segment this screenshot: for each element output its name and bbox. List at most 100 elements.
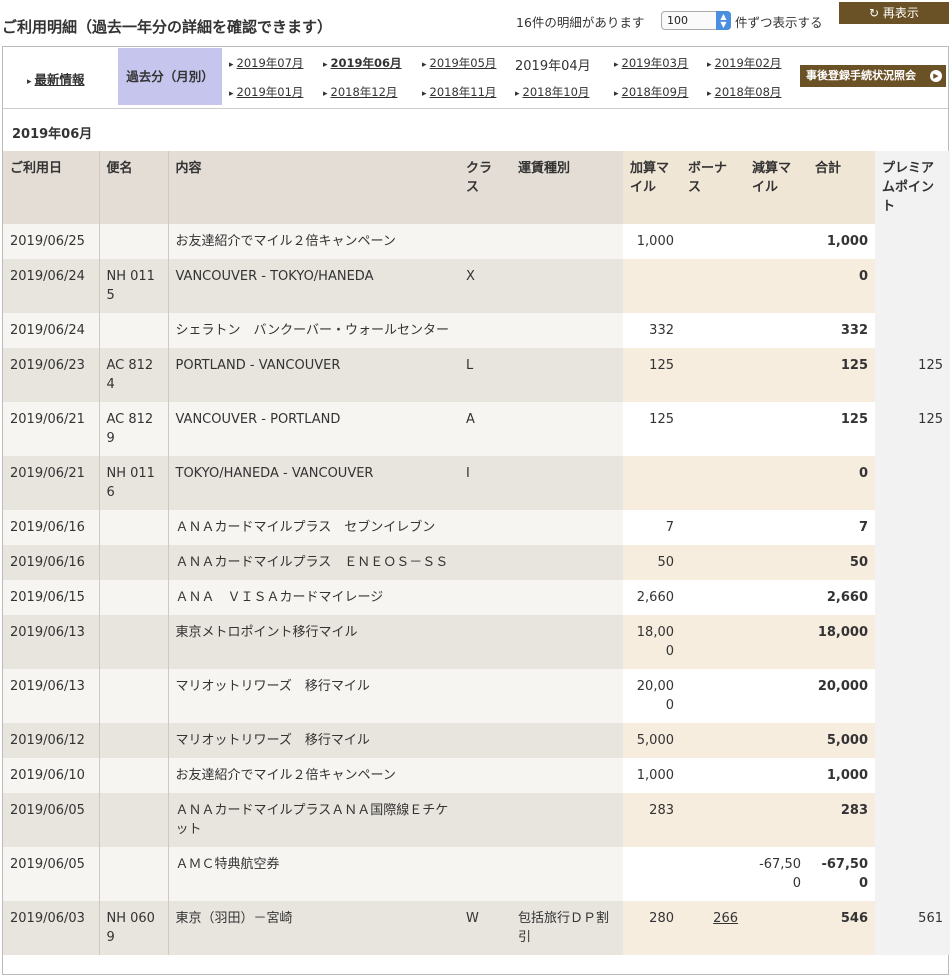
cell-added-miles: 7 <box>623 510 681 545</box>
tab-past-monthly[interactable]: 過去分（月別） <box>118 48 222 105</box>
month-link[interactable]: 2019年02月 <box>707 55 782 71</box>
cell-premium-points <box>875 259 950 313</box>
cell-added-miles: 1,000 <box>623 224 681 259</box>
cell-class <box>459 313 511 348</box>
cell-fare-type <box>511 580 623 615</box>
table-row: 2019/06/23 AC 8124 PORTLAND - VANCOUVER L 12… <box>3 348 950 402</box>
cell-deducted-miles <box>745 313 808 348</box>
redisplay-label: 再表示 <box>882 6 919 20</box>
cell-bonus <box>681 224 745 259</box>
cell-total: 5,000 <box>808 723 875 758</box>
per-page-select[interactable]: 100 ▲ ▼ <box>661 11 731 30</box>
cell-content: ＡＮＡカードマイルプラスＡＮＡ国際線Ｅチケット <box>168 793 459 847</box>
cell-bonus[interactable]: 266 <box>681 901 745 955</box>
cell-deducted-miles <box>745 224 808 259</box>
table-row: 2019/06/13 マリオットリワーズ 移行マイル 20,000 20,000 <box>3 669 950 723</box>
cell-date: 2019/06/10 <box>3 758 99 793</box>
redisplay-button[interactable]: ↻ 再表示 <box>839 2 949 24</box>
cell-class: I <box>459 456 511 510</box>
cell-content: VANCOUVER - PORTLAND <box>168 402 459 456</box>
month-link[interactable]: 2018年12月 <box>323 84 398 100</box>
cell-flight: NH 0116 <box>98 456 169 510</box>
month-link[interactable]: 2019年03月 <box>614 55 689 71</box>
cell-deducted-miles <box>745 510 808 545</box>
cell-class <box>459 615 511 669</box>
cell-deducted-miles <box>745 901 808 955</box>
cell-flight: NH 0115 <box>98 259 169 313</box>
cell-fare-type <box>511 510 623 545</box>
cell-bonus <box>681 259 745 313</box>
cell-content: 東京（羽田）－宮崎 <box>168 901 459 955</box>
cell-bonus <box>681 348 745 402</box>
cell-content: ＡＮＡ ＶＩＳＡカードマイレージ <box>168 580 459 615</box>
refresh-icon: ↻ <box>869 6 883 20</box>
cell-premium-points <box>875 615 950 669</box>
cell-flight: NH 0609 <box>98 901 169 955</box>
table-row: 2019/06/03 NH 0609 東京（羽田）－宮崎 W 包括旅行ＤＰ割引 280 26… <box>3 901 950 955</box>
cell-deducted-miles <box>745 456 808 510</box>
month-link[interactable]: 2019年07月 <box>229 55 304 71</box>
cell-premium-points <box>875 793 950 847</box>
page-title: ご利用明細（過去一年分の詳細を確認できます） <box>2 18 333 36</box>
cell-fare-type <box>511 456 623 510</box>
cell-fare-type <box>511 847 623 901</box>
cell-deducted-miles <box>745 348 808 402</box>
cell-content: ＡＮＡカードマイルプラス セブンイレブン <box>168 510 459 545</box>
cell-flight <box>98 758 169 793</box>
post-registration-status-button[interactable]: 事後登録手続状況照会 ▶ <box>800 65 946 87</box>
cell-date: 2019/06/03 <box>3 901 99 955</box>
per-page-label: 件ずつ表示する <box>735 15 823 30</box>
cell-fare-type <box>511 793 623 847</box>
table-row: 2019/06/10 お友達紹介でマイル２倍キャンペーン 1,000 1,000 <box>3 758 950 793</box>
cell-date: 2019/06/05 <box>3 847 99 901</box>
cell-total: 1,000 <box>808 224 875 259</box>
cell-premium-points: 125 <box>875 402 950 456</box>
cell-fare-type <box>511 224 623 259</box>
cell-total: 1,000 <box>808 758 875 793</box>
post-registration-label: 事後登録手続状況照会 <box>806 69 916 82</box>
statement-panel: ▸最新情報 過去分（月別） 2019年07月 2019年06月 2019年05月… <box>2 46 950 975</box>
cell-total: 0 <box>808 456 875 510</box>
section-title: 2019年06月 <box>12 127 93 142</box>
cell-total: 125 <box>808 348 875 402</box>
col-deducted-miles: 減算マイル <box>745 151 808 224</box>
cell-added-miles: 125 <box>623 402 681 456</box>
cell-bonus <box>681 669 745 723</box>
month-link-selected[interactable]: 2019年06月 <box>323 55 402 71</box>
month-link[interactable]: 2018年10月 <box>515 84 590 100</box>
cell-date: 2019/06/24 <box>3 313 99 348</box>
cell-class <box>459 793 511 847</box>
cell-bonus <box>681 723 745 758</box>
month-link[interactable]: 2019年01月 <box>229 84 304 100</box>
col-content: 内容 <box>168 151 459 224</box>
cell-bonus <box>681 847 745 901</box>
cell-class <box>459 545 511 580</box>
cell-total: 125 <box>808 402 875 456</box>
cell-added-miles: 50 <box>623 545 681 580</box>
tab-latest-label: 最新情報 <box>34 72 85 87</box>
cell-date: 2019/06/25 <box>3 224 99 259</box>
col-fare-type: 運賃種別 <box>511 151 623 224</box>
cell-class <box>459 758 511 793</box>
cell-total: 546 <box>808 901 875 955</box>
month-link[interactable]: 2019年05月 <box>422 55 497 71</box>
cell-premium-points: 561 <box>875 901 950 955</box>
cell-bonus <box>681 456 745 510</box>
cell-premium-points <box>875 847 950 901</box>
month-link[interactable]: 2018年11月 <box>422 84 497 100</box>
cell-date: 2019/06/21 <box>3 402 99 456</box>
tab-latest[interactable]: ▸ 最新情報 <box>27 69 85 88</box>
table-row: 2019/06/15 ＡＮＡ ＶＩＳＡカードマイレージ 2,660 2,660 <box>3 580 950 615</box>
cell-deducted-miles <box>745 580 808 615</box>
month-link[interactable]: 2018年08月 <box>707 84 782 100</box>
cell-deducted-miles <box>745 545 808 580</box>
cell-total: -67,500 <box>808 847 875 901</box>
cell-added-miles: 5,000 <box>623 723 681 758</box>
cell-flight <box>98 580 169 615</box>
cell-flight <box>98 545 169 580</box>
cell-total: 18,000 <box>808 615 875 669</box>
cell-bonus <box>681 580 745 615</box>
month-link[interactable]: 2018年09月 <box>614 84 689 100</box>
table-row: 2019/06/24 シェラトン バンクーバー・ウォールセンター 332 332 <box>3 313 950 348</box>
table-row: 2019/06/25 お友達紹介でマイル２倍キャンペーン 1,000 1,000 <box>3 224 950 259</box>
